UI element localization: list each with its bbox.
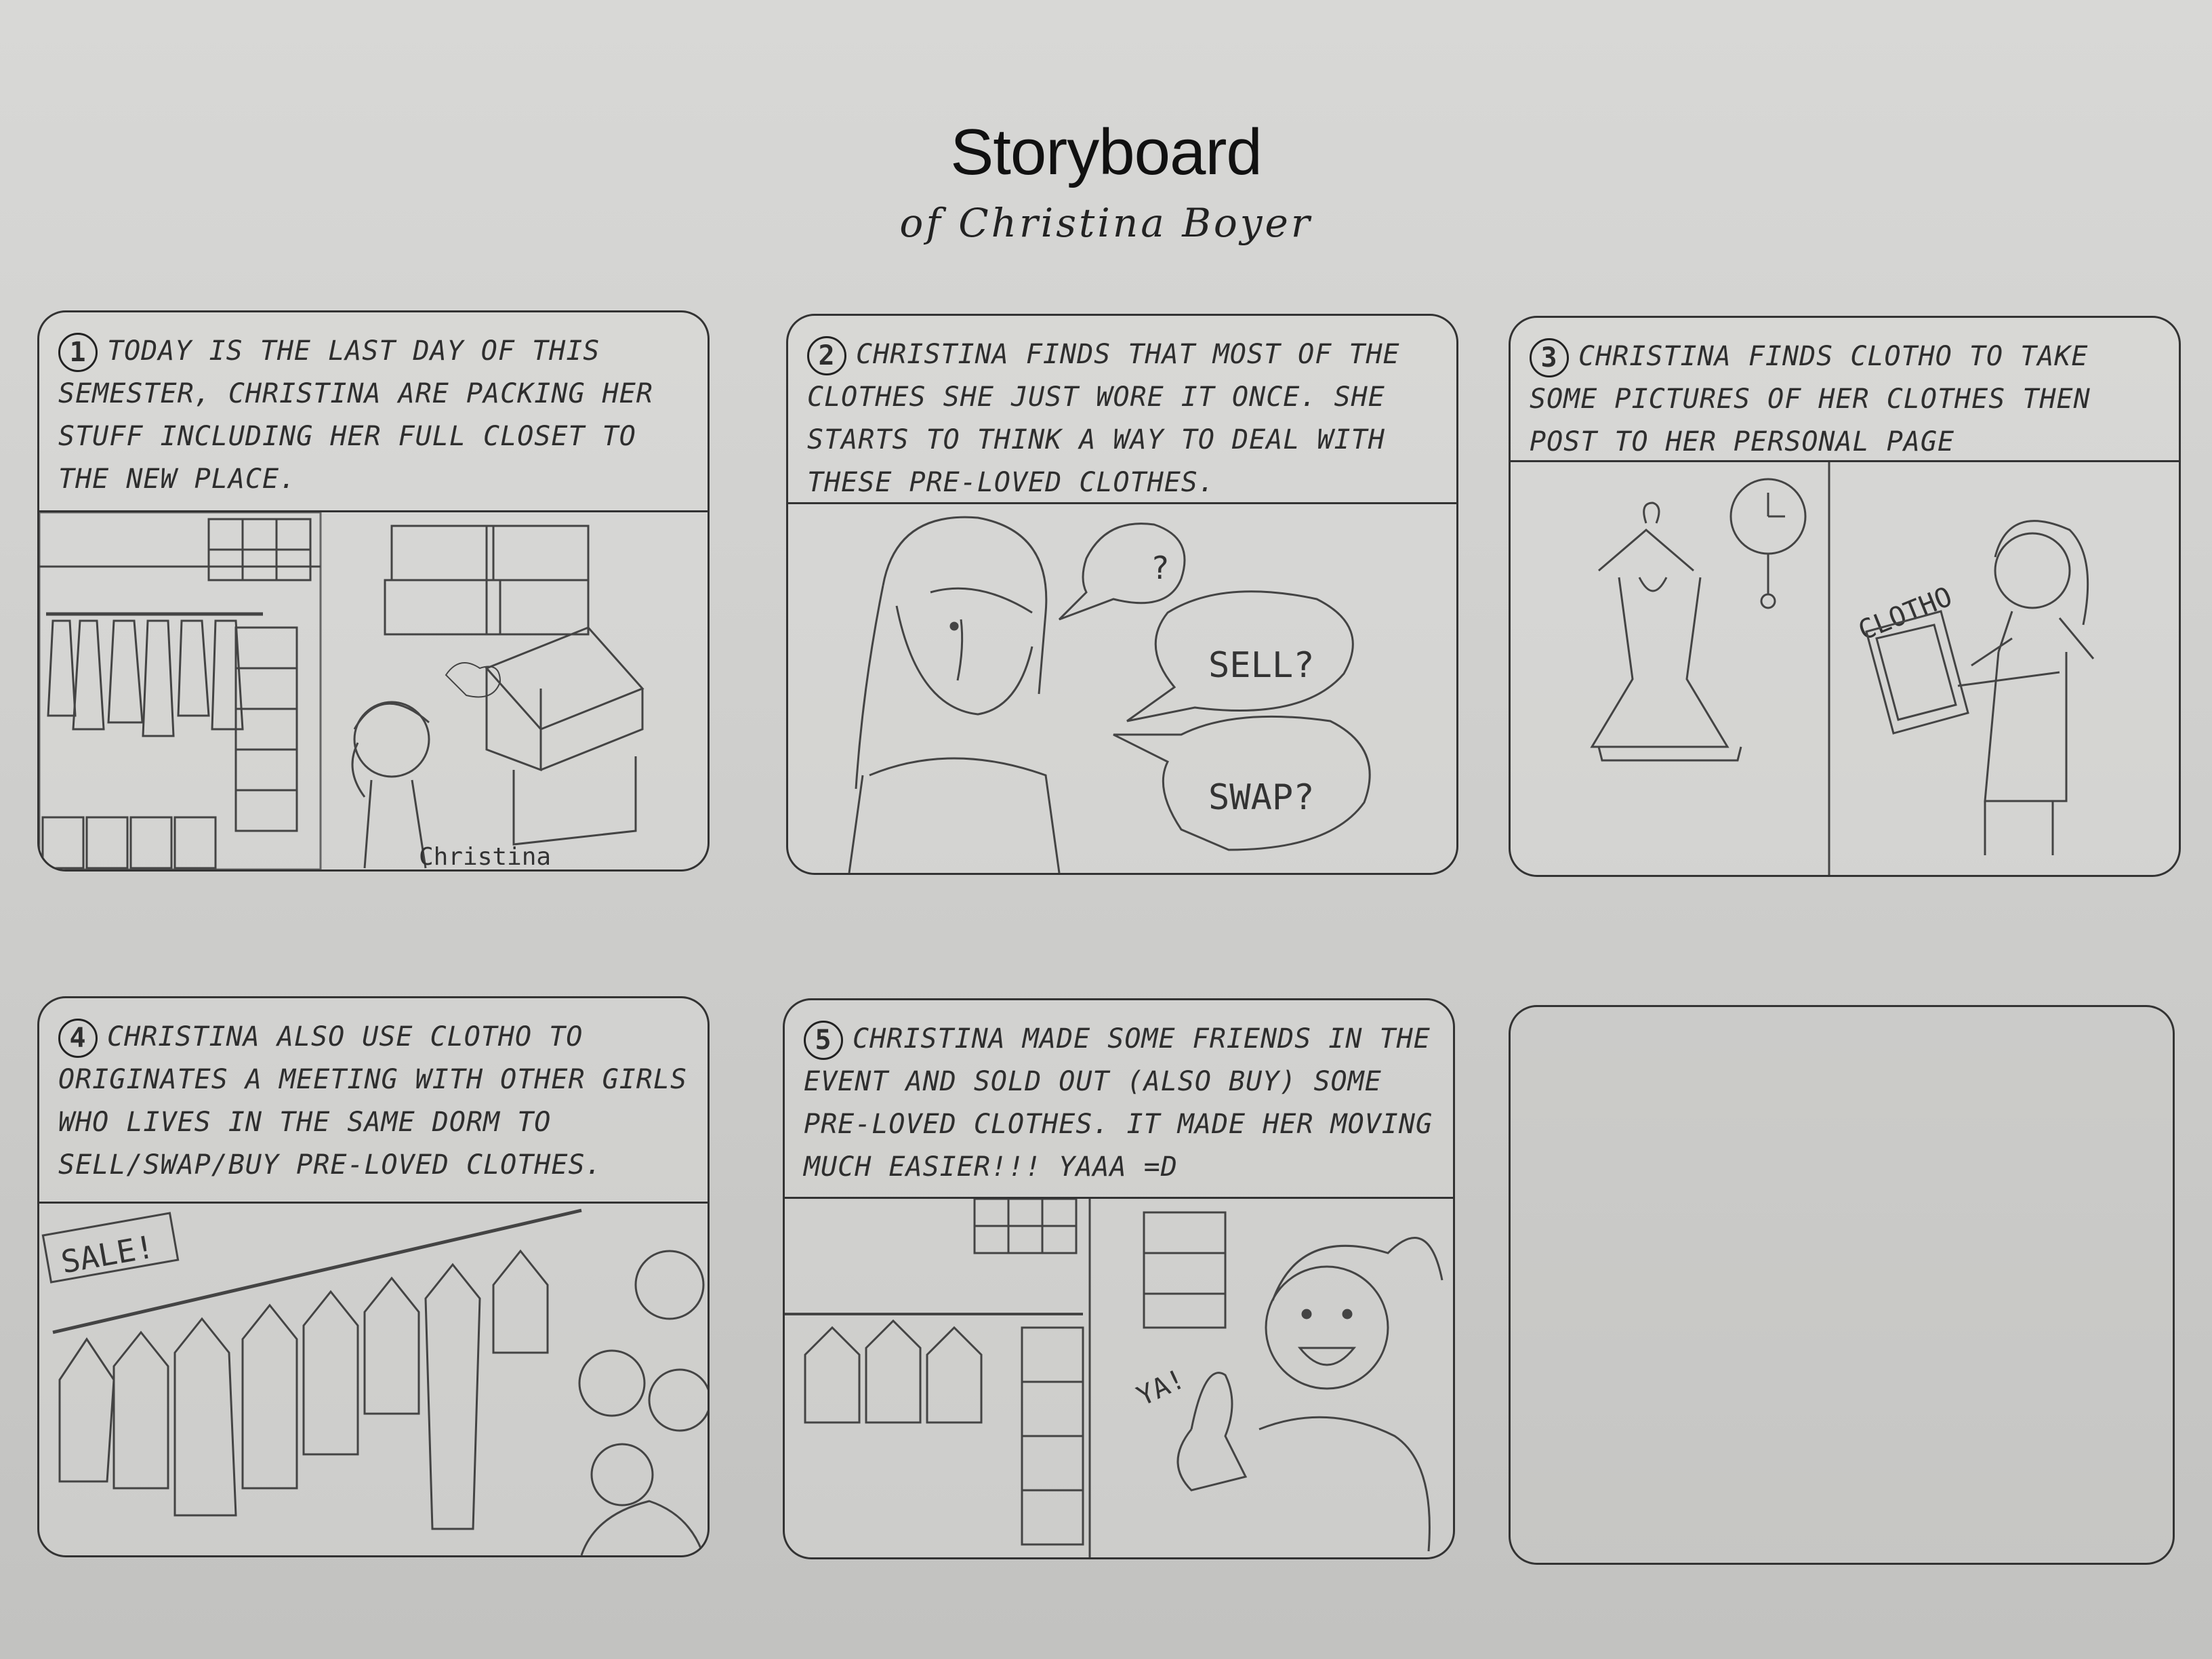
panel-number-4: 4 [58,1019,98,1058]
thinking-girl-drawing [848,516,1061,873]
panel-5-caption: 5 CHRISTINA MADE SOME FRIENDS IN THE EVEN… [804,1018,1439,1189]
sale-sign-text: SALE! [58,1228,157,1280]
panel-5-text: CHRISTINA MADE SOME FRIENDS IN THE EVENT… [804,1023,1433,1183]
panel-number-1: 1 [58,333,98,372]
panel-number-2: 2 [807,336,846,375]
panel-number-5: 5 [804,1021,843,1060]
christina-label: Christina [419,843,551,869]
storyboard-subtitle: of Christina Boyer [899,200,1313,246]
panel-2-caption: 2 CHRISTINA FINDS THAT MOST OF THE CLOTHE… [807,333,1443,504]
panel-3-caption-box: 3 CHRISTINA FINDS CLOTHO TO TAKE SOME PIC… [1511,318,2179,462]
panel-4-text: CHRISTINA ALSO USE CLOTHO TO ORIGINATES … [58,1021,688,1181]
clock-drawing [1729,478,1807,609]
panel-4-scene: SALE! [39,1204,708,1555]
panel-4-caption: 4 CHRISTINA ALSO USE CLOTHO TO ORIGINATES… [58,1016,694,1187]
panel-5-scene: YA! [785,1199,1453,1557]
boxes-drawing [384,525,644,846]
dress-on-hanger-drawing [1590,501,1742,762]
closet-drawing [39,512,322,869]
panel-3-scene: CLOTHO [1511,462,2179,875]
happy-christina-drawing [1176,1237,1443,1552]
bubble-swap-text: SWAP? [1208,777,1315,818]
panel-1-caption: 1 TODAY IS THE LAST DAY OF THIS SEMESTER,… [58,330,694,501]
panel-3-text: CHRISTINA FINDS CLOTHO TO TAKE SOME PICT… [1530,341,2091,457]
panel-3-caption: 3 CHRISTINA FINDS CLOTHO TO TAKE SOME PIC… [1530,335,2165,464]
group-of-girls-drawing [578,1250,708,1555]
panel-2-scene: ? SELL? SWAP? [788,504,1456,873]
speech-bubble-sell: SELL? [1126,590,1354,722]
panel-2-caption-box: 2 CHRISTINA FINDS THAT MOST OF THE CLOTHE… [788,316,1456,504]
speech-bubble-swap: SWAP? [1113,715,1371,851]
panel-1-scene: Christina [39,512,708,869]
christina-figure [351,662,501,869]
panel-2-text: CHRISTINA FINDS THAT MOST OF THE CLOTHES… [807,339,1400,498]
bubble-sell-text: SELL? [1208,645,1315,686]
panel-1: 1 TODAY IS THE LAST DAY OF THIS SEMESTER,… [37,310,710,872]
girl-with-tablet-drawing [1957,520,2095,855]
panel-5-caption-box: 5 CHRISTINA MADE SOME FRIENDS IN THE EVEN… [785,1000,1453,1199]
panel-4: 4 CHRISTINA ALSO USE CLOTHO TO ORIGINATES… [37,996,710,1557]
panel-5: 5 CHRISTINA MADE SOME FRIENDS IN THE EVEN… [783,998,1455,1559]
panel-2: 2 CHRISTINA FINDS THAT MOST OF THE CLOTHE… [786,314,1458,875]
panel-4-caption-box: 4 CHRISTINA ALSO USE CLOTHO TO ORIGINATES… [39,998,708,1204]
panel-1-text: TODAY IS THE LAST DAY OF THIS SEMESTER, … [58,335,653,495]
panel-6-empty [1509,1005,2175,1565]
panel-3: 3 CHRISTINA FINDS CLOTHO TO TAKE SOME PIC… [1509,316,2181,877]
sale-sign: SALE! [41,1212,180,1284]
panel-number-3: 3 [1530,338,1569,377]
bubble-question-text: ? [1151,550,1170,586]
ya-exclaim: YA! [1132,1364,1190,1412]
storyboard-title: Storyboard [950,116,1263,188]
speech-bubble-question: ? [1058,523,1186,621]
panel-1-caption-box: 1 TODAY IS THE LAST DAY OF THIS SEMESTER,… [39,312,708,512]
